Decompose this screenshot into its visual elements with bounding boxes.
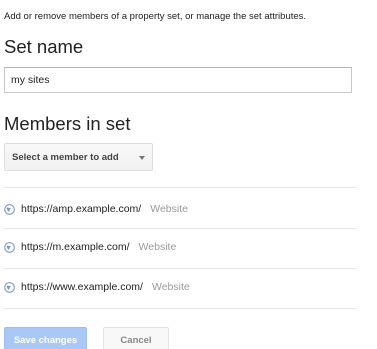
save-changes-label: Save changes bbox=[13, 334, 78, 346]
divider bbox=[4, 308, 357, 309]
member-row: https://m.example.com/ Website bbox=[4, 232, 357, 262]
member-row: https://www.example.com/ Website bbox=[4, 272, 357, 302]
chevron-down-icon bbox=[139, 156, 145, 160]
divider bbox=[4, 187, 357, 188]
save-changes-button[interactable]: Save changes bbox=[4, 327, 87, 349]
member-url[interactable]: https://amp.example.com/ bbox=[21, 203, 141, 215]
select-member-label: Select a member to add bbox=[12, 151, 119, 163]
member-type: Website bbox=[150, 203, 188, 215]
globe-icon bbox=[4, 241, 15, 253]
set-name-input[interactable] bbox=[4, 67, 352, 93]
edit-property-set-dialog: Add or remove members of a property set,… bbox=[0, 0, 377, 349]
globe-icon bbox=[4, 281, 15, 293]
cancel-label: Cancel bbox=[120, 334, 152, 346]
divider bbox=[4, 228, 357, 229]
intro-text: Add or remove members of a property set,… bbox=[4, 11, 307, 22]
member-type: Website bbox=[151, 281, 190, 293]
cancel-button[interactable]: Cancel bbox=[103, 327, 169, 349]
member-row: https://amp.example.com/ Website bbox=[4, 194, 357, 224]
member-url[interactable]: https://m.example.com/ bbox=[21, 241, 130, 253]
select-member-dropdown[interactable]: Select a member to add bbox=[4, 143, 153, 171]
set-name-heading: Set name bbox=[4, 36, 84, 57]
members-heading: Members in set bbox=[4, 113, 131, 134]
member-type: Website bbox=[138, 241, 177, 253]
divider bbox=[4, 268, 357, 269]
globe-icon bbox=[4, 203, 15, 215]
member-url[interactable]: https://www.example.com/ bbox=[21, 281, 143, 293]
